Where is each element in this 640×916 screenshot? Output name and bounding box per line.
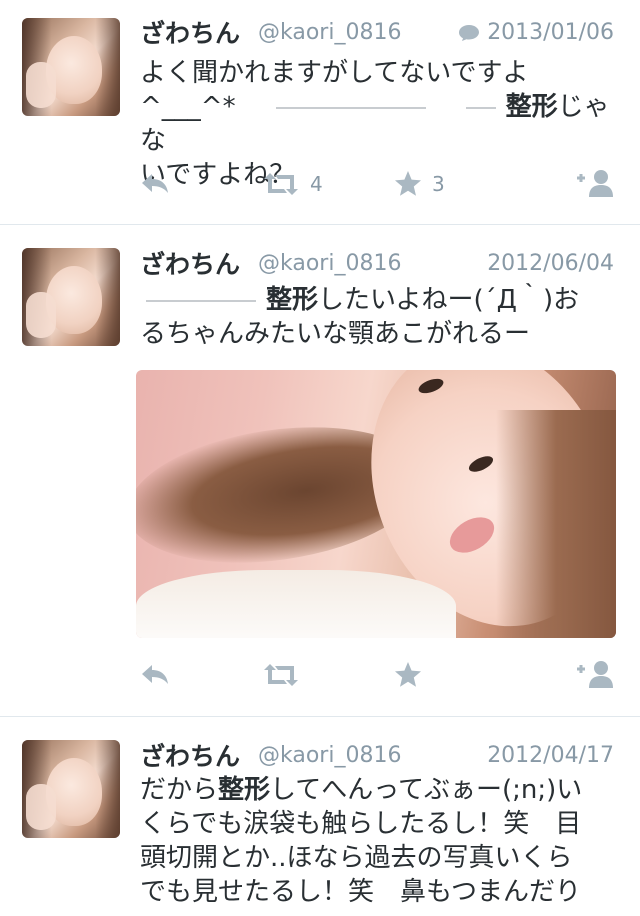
reply-icon — [142, 174, 168, 193]
avatar-hand — [26, 62, 56, 108]
follow-button[interactable] — [573, 659, 615, 689]
tweet-actions: 4 3 — [0, 166, 640, 206]
tweet-text-line: 頭切開とか..ほなら過去の写真いくら — [140, 843, 573, 873]
tweet-text-segment: だから — [140, 775, 219, 805]
tweet-date[interactable]: 2013/01/06 — [487, 20, 614, 45]
tweet-text-segment: ^___^* — [140, 92, 236, 122]
conversation-icon — [459, 25, 479, 41]
photo-shirt — [136, 570, 456, 638]
user-name[interactable]: ざわちん — [140, 14, 240, 50]
follow-icon — [577, 661, 613, 688]
favorite-icon — [395, 662, 421, 687]
tweet-text-line: ^___^* 整形じゃな — [140, 90, 620, 158]
tweet-text-line: だから整形してへんってぶぁー(;n;)い — [140, 773, 620, 807]
tweet-3[interactable]: ざわちん @kaori_0816 2012/04/17 だから整形してへんってぶ… — [0, 717, 640, 916]
tweet-text: だから整形してへんってぶぁー(;n;)い くらでも涙袋も触らしたるし！笑 目 頭… — [140, 773, 620, 909]
tweet-photo[interactable] — [136, 370, 616, 638]
retweet-button[interactable] — [262, 663, 300, 687]
user-name[interactable]: ざわちん — [140, 245, 240, 281]
user-handle[interactable]: @kaori_0816 — [258, 251, 401, 276]
tweet-text-line: るちゃんみたいな顎あこがれるー — [140, 319, 531, 349]
tweet-text-line: 整形したいよねー(´Д｀)お — [140, 283, 620, 317]
avatar[interactable] — [22, 740, 120, 838]
avatar[interactable] — [22, 248, 120, 346]
tweet-text-line: よく聞かれますがしてないですよ — [140, 58, 529, 88]
avatar-hand — [26, 784, 56, 830]
photo-hair-side — [496, 410, 616, 638]
tweet-date[interactable]: 2012/04/17 — [487, 743, 614, 768]
retweet-icon — [264, 173, 298, 195]
retweet-count: 4 — [310, 172, 323, 196]
tweet-text-segment: してへんってぶぁー(;n;)い — [270, 775, 583, 805]
tweet-1[interactable]: ざわちん @kaori_0816 2013/01/06 よく聞かれますがしてない… — [0, 0, 640, 224]
user-name[interactable]: ざわちん — [140, 737, 240, 773]
highlight-keyword: 整形 — [505, 92, 558, 122]
favorite-count: 3 — [432, 171, 445, 196]
tweet-text-segment: したいよねー(´Д｀)お — [318, 285, 580, 315]
retweet-icon — [264, 664, 298, 686]
retweet-button[interactable]: 4 — [262, 172, 323, 196]
follow-button[interactable] — [573, 168, 615, 198]
tweet-2[interactable]: ざわちん @kaori_0816 2012/06/04 整形したいよねー(´Д｀… — [0, 225, 640, 716]
avatar-hand — [26, 292, 56, 338]
tweet-text: 整形したいよねー(´Д｀)お るちゃんみたいな顎あこがれるー — [140, 283, 620, 351]
reply-button[interactable] — [140, 663, 170, 685]
highlight-keyword: 整形 — [266, 285, 319, 315]
user-handle[interactable]: @kaori_0816 — [258, 20, 401, 45]
tweet-actions — [0, 657, 640, 697]
user-handle[interactable]: @kaori_0816 — [258, 743, 401, 768]
redaction-mark — [275, 106, 426, 109]
avatar[interactable] — [22, 18, 120, 116]
tweet-date[interactable]: 2012/06/04 — [487, 251, 614, 276]
redaction-mark — [146, 299, 256, 302]
tweet-text-line: でも見せたるし！笑 鼻もつまんだり — [140, 877, 581, 907]
follow-icon — [577, 170, 613, 197]
highlight-keyword: 整形 — [218, 775, 271, 805]
favorite-button[interactable] — [394, 661, 422, 688]
reply-icon — [142, 665, 168, 684]
tweet-text-line: くらでも涙袋も触らしたるし！笑 目 — [140, 809, 582, 839]
redaction-mark — [465, 106, 496, 109]
favorite-icon — [395, 171, 421, 196]
favorite-button[interactable]: 3 — [394, 170, 445, 197]
reply-button[interactable] — [140, 172, 170, 194]
